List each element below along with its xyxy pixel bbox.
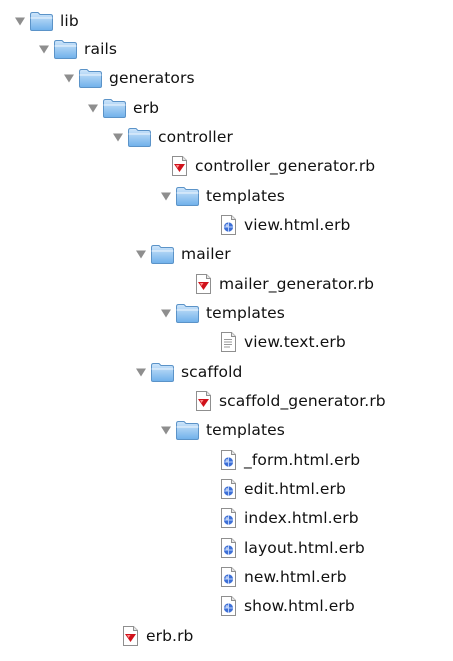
tree-label-controller: controller — [158, 128, 233, 146]
ruby-file-icon — [121, 625, 140, 647]
tree-label-templates: templates — [206, 421, 285, 439]
folder-icon — [78, 67, 103, 89]
tree-label-layout-html-erb: layout.html.erb — [244, 539, 365, 557]
html-erb-file-icon — [219, 449, 238, 471]
tree-label-templates: templates — [206, 304, 285, 322]
html-erb-file-icon — [219, 537, 238, 559]
folder-icon — [127, 126, 152, 148]
tree-row-scaffold-templates[interactable]: templates — [160, 418, 285, 442]
disclosure-triangle-icon[interactable] — [135, 248, 147, 260]
ruby-file-icon — [170, 155, 189, 177]
folder-icon — [150, 361, 175, 383]
html-erb-file-icon — [219, 478, 238, 500]
tree-label-view-text-erb: view.text.erb — [244, 333, 346, 351]
tree-row-index-html-erb[interactable]: index.html.erb — [219, 506, 359, 530]
tree-label-templates: templates — [206, 187, 285, 205]
folder-icon — [175, 419, 200, 441]
tree-label-lib: lib — [60, 12, 79, 30]
folder-icon — [102, 97, 127, 119]
tree-label-scaffold: scaffold — [181, 363, 243, 381]
tree-row-form-html-erb[interactable]: _form.html.erb — [219, 448, 360, 472]
tree-row-lib[interactable]: lib — [14, 9, 79, 33]
disclosure-triangle-icon[interactable] — [112, 131, 124, 143]
tree-row-view-text-erb[interactable]: view.text.erb — [219, 330, 346, 354]
tree-row-controller-generator-rb[interactable]: controller_generator.rb — [170, 154, 375, 178]
tree-row-scaffold[interactable]: scaffold — [135, 360, 242, 384]
disclosure-triangle-icon[interactable] — [135, 366, 147, 378]
tree-label-edit-html-erb: edit.html.erb — [244, 480, 346, 498]
tree-row-show-html-erb[interactable]: show.html.erb — [219, 594, 355, 618]
tree-label-controller-generator-rb: controller_generator.rb — [195, 157, 376, 175]
ruby-file-icon — [194, 390, 213, 412]
tree-label-new-html-erb: new.html.erb — [244, 568, 347, 586]
tree-row-view-html-erb[interactable]: view.html.erb — [219, 213, 350, 237]
tree-row-mailer-templates[interactable]: templates — [160, 301, 285, 325]
disclosure-triangle-icon[interactable] — [160, 307, 172, 319]
tree-label-erb: erb — [133, 99, 160, 117]
tree-row-rails[interactable]: rails — [38, 37, 117, 61]
tree-label-mailer-generator-rb: mailer_generator.rb — [219, 275, 375, 293]
html-erb-file-icon — [219, 214, 238, 236]
disclosure-triangle-icon[interactable] — [14, 15, 26, 27]
disclosure-triangle-icon[interactable] — [87, 102, 99, 114]
tree-label-scaffold-generator-rb: scaffold_generator.rb — [219, 392, 386, 410]
disclosure-triangle-icon[interactable] — [160, 424, 172, 436]
tree-label-generators: generators — [109, 69, 195, 87]
tree-label-rails: rails — [84, 40, 118, 58]
folder-icon — [175, 185, 200, 207]
folder-icon — [150, 243, 175, 265]
file-tree: lib rails generators erb controller cont… — [0, 0, 453, 661]
tree-label-mailer: mailer — [181, 245, 231, 263]
disclosure-triangle-icon[interactable] — [38, 43, 50, 55]
tree-row-erb-rb[interactable]: erb.rb — [121, 624, 194, 648]
tree-label-erb-rb: erb.rb — [146, 627, 194, 645]
tree-row-mailer-generator-rb[interactable]: mailer_generator.rb — [194, 272, 374, 296]
disclosure-triangle-icon[interactable] — [160, 190, 172, 202]
tree-row-mailer[interactable]: mailer — [135, 242, 231, 266]
ruby-file-icon — [194, 273, 213, 295]
folder-icon — [53, 38, 78, 60]
tree-label-view-html-erb: view.html.erb — [244, 216, 351, 234]
disclosure-triangle-icon[interactable] — [63, 72, 75, 84]
text-file-icon — [219, 331, 238, 353]
tree-row-erb[interactable]: erb — [87, 96, 159, 120]
tree-label-form-html-erb: _form.html.erb — [244, 451, 361, 469]
tree-row-new-html-erb[interactable]: new.html.erb — [219, 565, 347, 589]
html-erb-file-icon — [219, 566, 238, 588]
tree-row-scaffold-generator-rb[interactable]: scaffold_generator.rb — [194, 389, 386, 413]
tree-label-show-html-erb: show.html.erb — [244, 597, 355, 615]
folder-icon — [29, 10, 54, 32]
folder-icon — [175, 302, 200, 324]
html-erb-file-icon — [219, 595, 238, 617]
tree-label-index-html-erb: index.html.erb — [244, 509, 359, 527]
html-erb-file-icon — [219, 507, 238, 529]
tree-row-layout-html-erb[interactable]: layout.html.erb — [219, 536, 365, 560]
tree-row-edit-html-erb[interactable]: edit.html.erb — [219, 477, 346, 501]
tree-row-generators[interactable]: generators — [63, 66, 195, 90]
tree-row-controller-templates[interactable]: templates — [160, 184, 285, 208]
tree-row-controller[interactable]: controller — [112, 125, 233, 149]
